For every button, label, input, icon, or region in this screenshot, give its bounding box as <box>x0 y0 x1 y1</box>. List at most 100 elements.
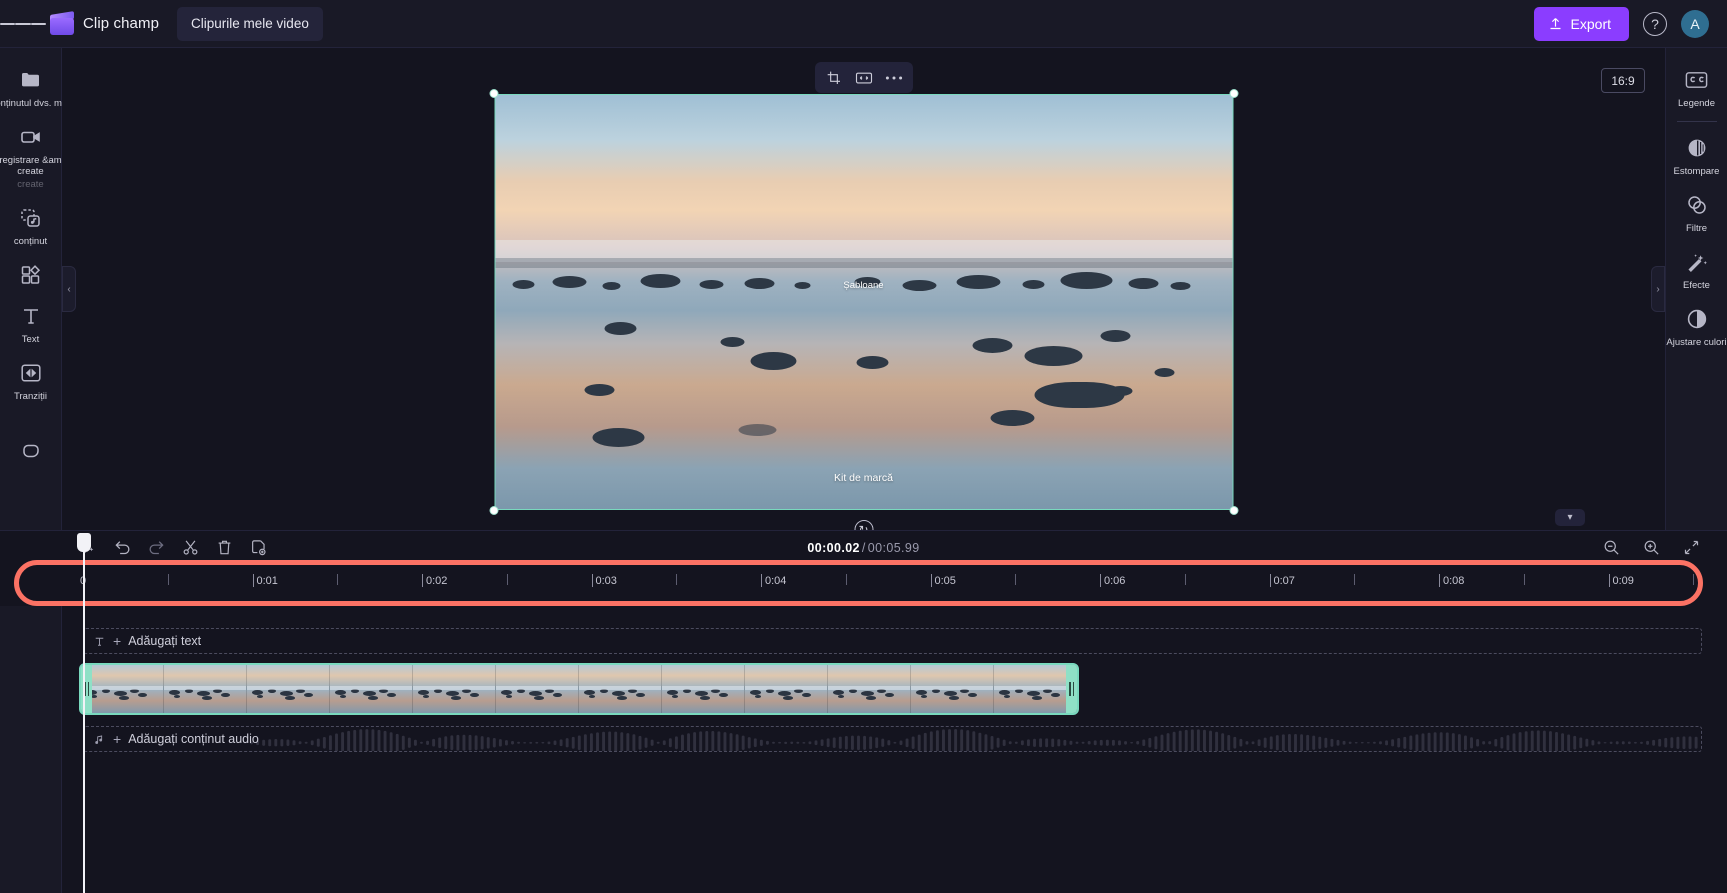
resize-handle-bottom-right[interactable] <box>1229 506 1238 515</box>
export-button[interactable]: Export <box>1533 6 1629 41</box>
timeline-ruler[interactable]: 00:010:020:030:040:050:060:070:080:09 <box>80 564 1702 606</box>
sidebar-item-effects[interactable]: Efecte <box>1666 240 1727 297</box>
ruler-tick-major: 0:03 <box>591 574 617 587</box>
filters-icon <box>1684 192 1710 218</box>
sidebar-item-text[interactable]: Text <box>0 294 62 351</box>
editor-middle: Conținutul dvs. media Înregistrare &amp;… <box>0 48 1727 606</box>
ruler-tick-bar <box>676 574 678 585</box>
clip-thumbnail-strip <box>81 665 1077 713</box>
aspect-ratio-badge[interactable]: 16:9 <box>1601 68 1645 93</box>
sidebar-item-color-adjust[interactable]: Ajustare culori <box>1666 297 1727 354</box>
text-track-placeholder[interactable]: + Adăugați text <box>83 628 1702 654</box>
elements-icon <box>18 262 44 288</box>
video-preview[interactable]: Șabloane Kit de marcă <box>494 94 1233 510</box>
clipchamp-logo-icon <box>50 10 74 35</box>
thumbnail-rock <box>553 692 562 697</box>
ruler-tick-bar <box>1184 574 1186 585</box>
clip-float-toolbar <box>814 62 913 93</box>
sidebar-item-label: Ajustare culori <box>1666 337 1727 348</box>
ruler-tick-label: 0:02 <box>426 575 448 587</box>
sidebar-item-transitions[interactable]: Tranziții <box>0 351 62 408</box>
sidebar-item-filters[interactable]: Filtre <box>1666 183 1727 240</box>
sidebar-item-content[interactable]: conținut <box>0 196 62 253</box>
sidebar-item-elements[interactable] <box>0 253 62 294</box>
brand-name: Clip champ <box>83 15 160 32</box>
clip-thumbnail <box>745 665 828 713</box>
sidebar-item-shapes[interactable] <box>0 430 62 471</box>
sidebar-item-media[interactable]: Conținutul dvs. media <box>0 58 80 115</box>
thumbnail-horizon <box>662 686 744 690</box>
clip-trim-handle-right[interactable] <box>1066 665 1077 713</box>
clip-thumbnail <box>662 665 745 713</box>
playhead[interactable] <box>77 533 91 893</box>
thumbnail-rock <box>450 695 462 700</box>
thumbnail-rock <box>173 694 181 698</box>
resize-handle-top-right[interactable] <box>1229 89 1238 98</box>
ruler-tick-bar <box>1354 574 1356 585</box>
ruler-tick-bar <box>1693 574 1695 585</box>
video-clip[interactable] <box>79 663 1079 715</box>
clip-thumbnail <box>828 665 911 713</box>
thumbnail-rock <box>671 694 679 698</box>
brand-home-link[interactable]: Clip champ <box>46 10 167 35</box>
undo-icon[interactable] <box>110 536 134 560</box>
thumbnail-rock <box>470 692 479 697</box>
playhead-knob[interactable] <box>77 533 91 552</box>
help-icon[interactable]: ? <box>1643 11 1667 36</box>
zoom-in-icon[interactable] <box>1639 536 1663 560</box>
ruler-tick-bar <box>591 574 593 587</box>
project-tab[interactable]: Clipurile mele video <box>177 6 323 41</box>
resize-handle-top-left[interactable] <box>489 89 498 98</box>
resize-handle-bottom-left[interactable] <box>489 506 498 515</box>
ruler-tick-minor <box>337 574 339 585</box>
ruler-tick-bar <box>1608 574 1610 587</box>
split-scissors-icon[interactable] <box>178 536 202 560</box>
avatar[interactable]: A <box>1681 9 1709 38</box>
ruler-tick-bar <box>845 574 847 585</box>
thumbnail-horizon <box>911 686 993 690</box>
thumbnail-horizon <box>247 686 329 690</box>
thumbnail-rock <box>284 695 296 700</box>
thumbnail-rock <box>1051 692 1060 697</box>
clip-thumbnail <box>81 665 164 713</box>
ruler-tick-bar <box>1439 574 1440 587</box>
fit-resize-icon[interactable] <box>850 65 878 90</box>
crop-icon[interactable] <box>820 65 848 90</box>
collapse-left-panel-chevron-icon[interactable]: ‹ <box>62 266 76 312</box>
total-time: 00:05.99 <box>867 540 920 555</box>
hamburger-menu-icon[interactable] <box>0 0 46 48</box>
redo-icon[interactable] <box>144 536 168 560</box>
ruler-tick-bar <box>1523 574 1525 585</box>
delete-trash-icon[interactable] <box>212 536 236 560</box>
thumbnail-rock <box>837 694 845 698</box>
ruler-tick-minor <box>1523 574 1525 585</box>
sidebar-item-record-create[interactable]: Înregistrare &amp; create create <box>0 115 70 196</box>
timeline-tracks: + Adăugați text + Adăugați conținut audi… <box>0 533 1727 893</box>
hamburger-line <box>15 22 31 25</box>
clip-thumbnail <box>579 665 662 713</box>
clip-thumbnail <box>247 665 330 713</box>
text-icon <box>18 303 44 329</box>
fit-timeline-icon[interactable] <box>1679 536 1703 560</box>
sidebar-item-blur[interactable]: Estompare <box>1666 126 1727 183</box>
thumbnail-rock <box>387 692 396 697</box>
sidebar-item-label: Legende <box>1678 98 1715 109</box>
text-track-label: Adăugați text <box>128 634 202 648</box>
duplicate-icon[interactable] <box>246 536 270 560</box>
collapse-preview-chevron-down-icon[interactable]: ▾ <box>1555 509 1585 526</box>
audio-track-placeholder[interactable]: + Adăugați conținut audio <box>83 726 1702 752</box>
thumbnail-rock <box>885 692 894 697</box>
thumbnail-horizon <box>496 686 578 690</box>
upload-arrow-icon <box>1550 18 1561 30</box>
logo-body <box>50 17 74 35</box>
ruler-tick-minor <box>1354 574 1356 585</box>
video-stage[interactable]: Șabloane Kit de marcă <box>489 89 1238 515</box>
timeline-left-gutter <box>0 606 62 893</box>
zoom-out-icon[interactable] <box>1599 536 1623 560</box>
more-options-icon[interactable] <box>880 65 908 90</box>
thumbnail-rock <box>588 694 596 698</box>
thumbnail-rock <box>505 694 513 698</box>
sidebar-item-captions[interactable]: Legende <box>1666 58 1727 115</box>
thumbnail-rock <box>256 694 264 698</box>
collapse-right-panel-chevron-icon[interactable]: › <box>1651 266 1665 312</box>
